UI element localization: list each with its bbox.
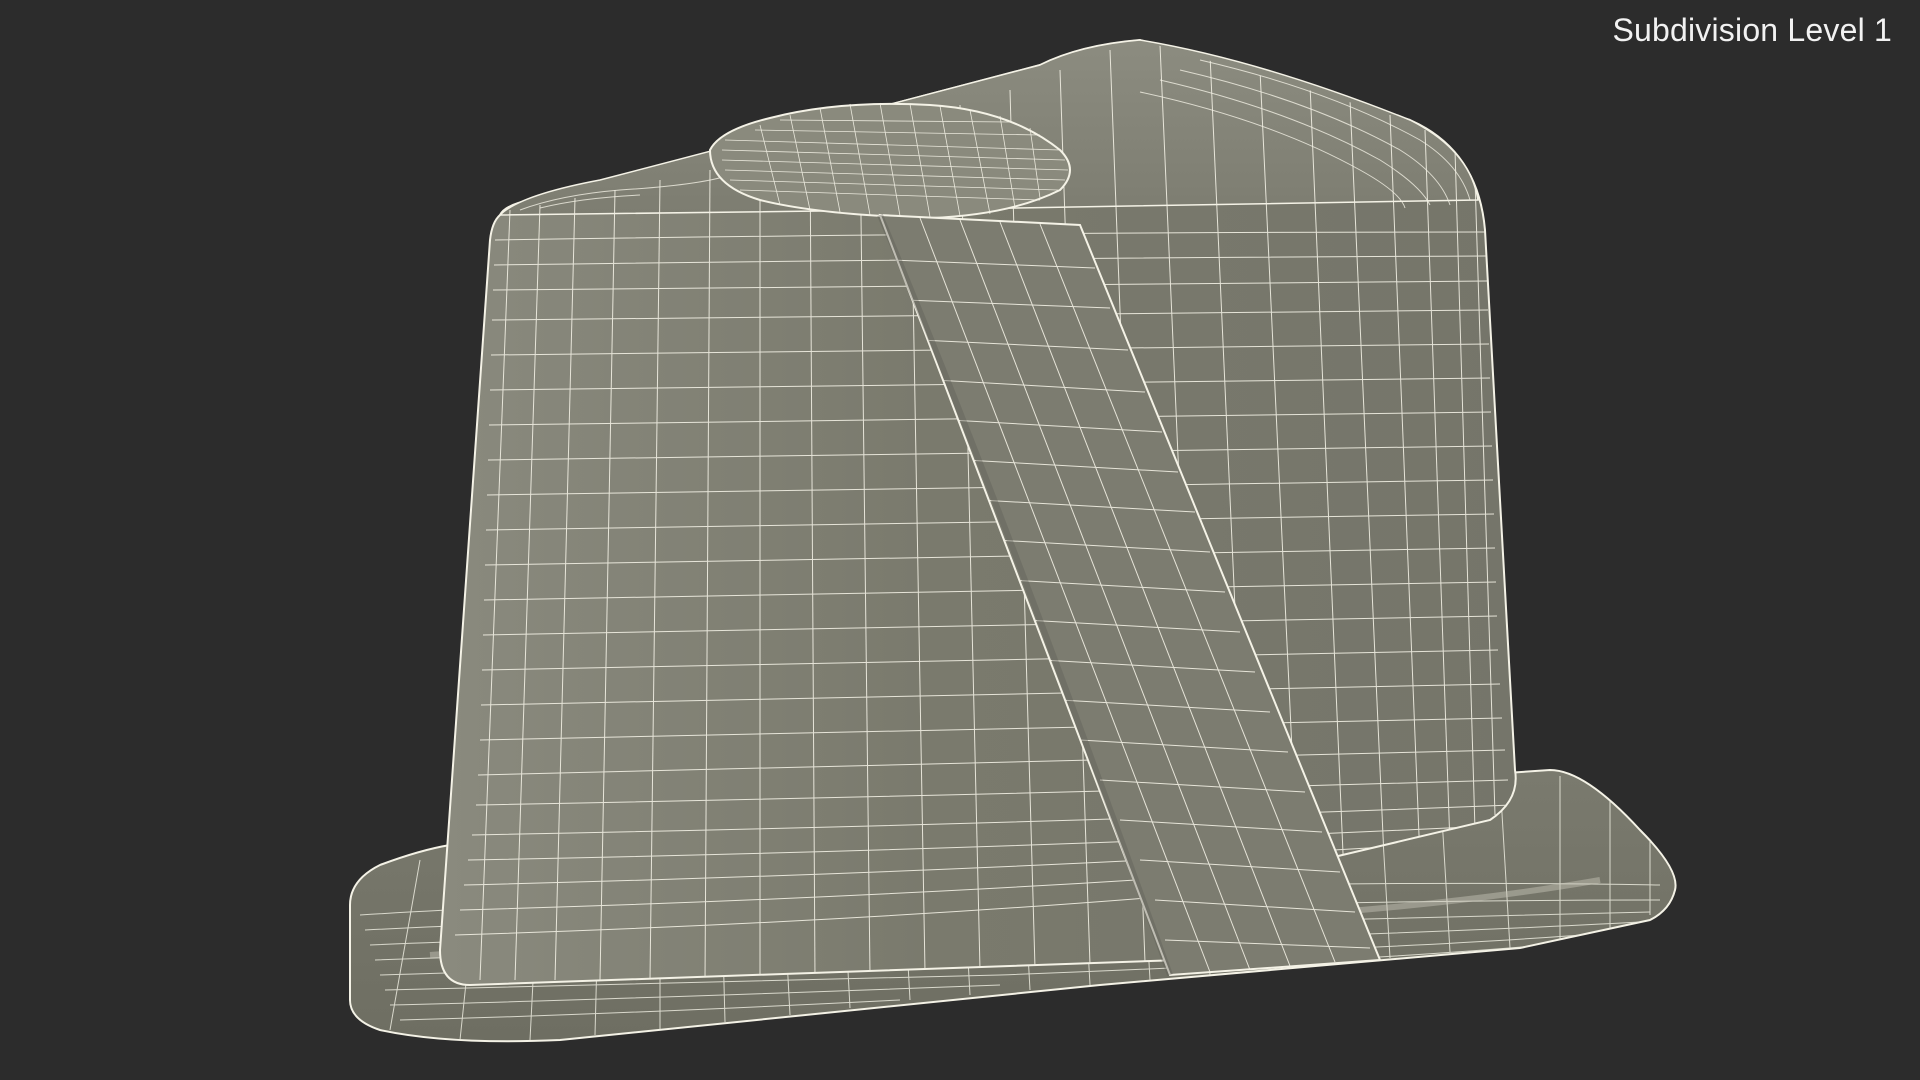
wireframe-container-mesh[interactable] xyxy=(0,0,1920,1080)
3d-viewport[interactable]: Subdivision Level 1 xyxy=(0,0,1920,1080)
